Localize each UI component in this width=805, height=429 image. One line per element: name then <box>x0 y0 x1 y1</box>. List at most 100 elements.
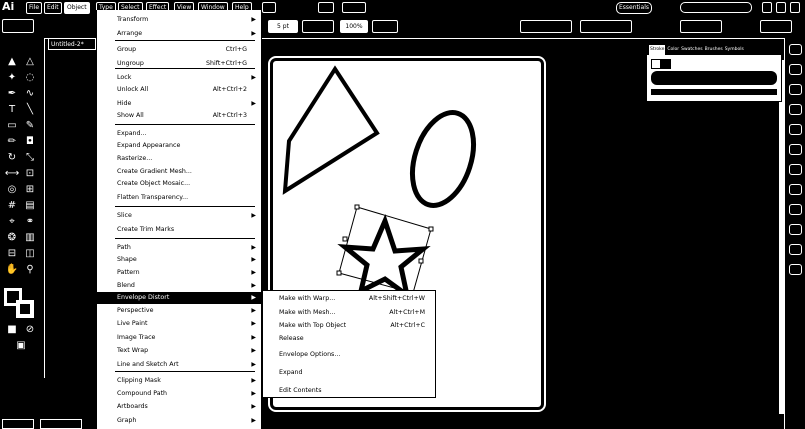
color-guide-icon[interactable] <box>789 64 802 75</box>
maximize-button[interactable] <box>776 2 786 13</box>
swatches-panel-icon[interactable] <box>789 84 802 95</box>
menu-item-create-trim-marks[interactable]: Create Trim Marks <box>97 224 261 236</box>
menu-item-slice[interactable]: Slice ▶ <box>97 210 261 222</box>
submenu-item-release[interactable]: Release <box>263 333 435 345</box>
menu-item-pattern[interactable]: Pattern ▶ <box>97 267 261 279</box>
paintbrush-tool-icon[interactable]: ✎ <box>22 118 38 132</box>
shape-builder-tool-icon[interactable]: ◎ <box>4 182 20 196</box>
menu-file[interactable]: File <box>26 2 43 14</box>
panel-tab-symbols[interactable]: Symbols <box>725 45 744 55</box>
menu-item-text-wrap[interactable]: Text Wrap ▶ <box>97 345 261 357</box>
minimize-button[interactable] <box>762 2 772 13</box>
blend-tool-icon[interactable]: ⚭ <box>22 214 38 228</box>
pen-tool-icon[interactable]: ✒ <box>4 86 20 100</box>
panel-slider[interactable] <box>651 89 777 95</box>
menu-item-ungroup[interactable]: Ungroup Shift+Ctrl+G <box>97 58 261 70</box>
menu-item-graph[interactable]: Graph ▶ <box>97 415 261 427</box>
graph-tool-icon[interactable]: ▥ <box>22 230 38 244</box>
brushes-panel-icon[interactable] <box>789 104 802 115</box>
submenu-item-envelope-options[interactable]: Envelope Options... <box>263 349 435 361</box>
width-tool-icon[interactable]: ⟷ <box>4 166 20 180</box>
screen-mode-icon[interactable]: ▣ <box>13 338 29 352</box>
close-button[interactable] <box>790 2 800 13</box>
appearance-panel-icon[interactable] <box>789 164 802 175</box>
menu-item-arrange[interactable]: Arrange ▶ <box>97 28 261 40</box>
graphic-styles-icon[interactable] <box>789 144 802 155</box>
menu-item-shape[interactable]: Shape ▶ <box>97 254 261 266</box>
search-field[interactable] <box>680 2 752 13</box>
stock-icon[interactable] <box>318 2 334 13</box>
isolate-controls[interactable] <box>680 20 722 33</box>
panel-tab-stroke[interactable]: Stroke <box>649 45 666 55</box>
bridge-icon[interactable] <box>262 2 276 13</box>
pathfinder-panel-icon[interactable] <box>789 244 802 255</box>
color-panel-icon[interactable] <box>789 44 802 55</box>
panel-menu-icon[interactable] <box>760 20 792 33</box>
menu-item-live-paint[interactable]: Live Paint ▶ <box>97 318 261 330</box>
menu-item-create-object-mosaic[interactable]: Create Object Mosaic... <box>97 178 261 190</box>
menu-item-show-all[interactable]: Show All Alt+Ctrl+3 <box>97 110 261 122</box>
zoom-field[interactable] <box>2 419 34 429</box>
menu-item-compound-path[interactable]: Compound Path ▶ <box>97 388 261 400</box>
stroke-swatch[interactable] <box>16 300 34 318</box>
selection-tool-icon[interactable]: ▲ <box>4 54 20 68</box>
menu-item-envelope-distort[interactable]: Envelope Distort ▶ <box>97 292 261 304</box>
transform-controls[interactable] <box>580 20 632 33</box>
opacity-field[interactable]: 100% <box>340 20 368 33</box>
eraser-tool-icon[interactable]: ◘ <box>22 134 38 148</box>
menu-item-clipping-mask[interactable]: Clipping Mask ▶ <box>97 375 261 387</box>
type-tool-icon[interactable]: T <box>4 102 20 116</box>
symbol-sprayer-tool-icon[interactable]: ❂ <box>4 230 20 244</box>
menu-item-image-trace[interactable]: Image Trace ▶ <box>97 332 261 344</box>
menu-item-group[interactable]: Group Ctrl+G <box>97 44 261 56</box>
document-tab[interactable]: Untitled-2* <box>48 38 96 50</box>
menu-item-flatten-transparency[interactable]: Flatten Transparency... <box>97 192 261 204</box>
submenu-item-expand[interactable]: Expand <box>263 367 435 379</box>
menu-item-expand-appearance[interactable]: Expand Appearance <box>97 140 261 152</box>
menu-item-path[interactable]: Path ▶ <box>97 242 261 254</box>
artboard-tool-icon[interactable]: ⊟ <box>4 246 20 260</box>
brush-dropdown[interactable] <box>302 20 334 33</box>
menu-item-rasterize[interactable]: Rasterize... <box>97 153 261 165</box>
menu-item-transform[interactable]: Transform ▶ <box>97 14 261 26</box>
align-panel-icon[interactable] <box>789 224 802 235</box>
gradient-tool-icon[interactable]: ▤ <box>22 198 38 212</box>
submenu-item-make-with-top-object[interactable]: Make with Top Object Alt+Ctrl+C <box>263 320 435 332</box>
curvature-tool-icon[interactable]: ∿ <box>22 86 38 100</box>
menu-edit[interactable]: Edit <box>44 2 62 14</box>
menu-item-expand[interactable]: Expand... <box>97 128 261 140</box>
line-tool-icon[interactable]: ╲ <box>22 102 38 116</box>
menu-item-perspective[interactable]: Perspective ▶ <box>97 305 261 317</box>
arrange-docs-icon[interactable] <box>342 2 366 13</box>
panel-tab-swatches[interactable]: Swatches <box>681 45 703 55</box>
none-mode-icon[interactable]: ⊘ <box>22 322 38 336</box>
zoom-tool-icon[interactable]: ⚲ <box>22 262 38 276</box>
menu-item-hide[interactable]: Hide ▶ <box>97 98 261 110</box>
lasso-tool-icon[interactable]: ◌ <box>22 70 38 84</box>
submenu-item-edit-contents[interactable]: Edit Contents <box>263 385 435 397</box>
rotate-tool-icon[interactable]: ↻ <box>4 150 20 164</box>
links-panel-icon[interactable] <box>789 264 802 275</box>
perspective-grid-tool-icon[interactable]: ⊞ <box>22 182 38 196</box>
panel-tab-color[interactable]: Color <box>667 45 679 55</box>
layers-panel-icon[interactable] <box>789 184 802 195</box>
transparency-panel-icon[interactable] <box>789 204 802 215</box>
stroke-weight-field[interactable]: 5 pt <box>268 20 298 33</box>
panel-option-icon[interactable] <box>661 59 671 69</box>
menu-item-blend[interactable]: Blend ▶ <box>97 280 261 292</box>
menu-item-lock[interactable]: Lock ▶ <box>97 72 261 84</box>
submenu-item-make-with-warp[interactable]: Make with Warp... Alt+Shift+Ctrl+W <box>263 293 435 305</box>
artboard-navigator[interactable] <box>40 419 82 429</box>
slice-tool-icon[interactable]: ◫ <box>22 246 38 260</box>
menu-item-artboards[interactable]: Artboards ▶ <box>97 401 261 413</box>
menu-item-unlock-all[interactable]: Unlock All Alt+Ctrl+2 <box>97 84 261 96</box>
style-dropdown[interactable] <box>372 20 398 33</box>
align-controls[interactable] <box>520 20 572 33</box>
submenu-item-make-with-mesh[interactable]: Make with Mesh... Alt+Ctrl+M <box>263 307 435 319</box>
eyedropper-tool-icon[interactable]: ⌖ <box>4 214 20 228</box>
rectangle-tool-icon[interactable]: ▭ <box>4 118 20 132</box>
panel-tab-brushes[interactable]: Brushes <box>705 45 723 55</box>
magic-wand-tool-icon[interactable]: ✦ <box>4 70 20 84</box>
menu-item-line-and-sketch-art[interactable]: Line and Sketch Art ▶ <box>97 359 261 371</box>
symbols-panel-icon[interactable] <box>789 124 802 135</box>
